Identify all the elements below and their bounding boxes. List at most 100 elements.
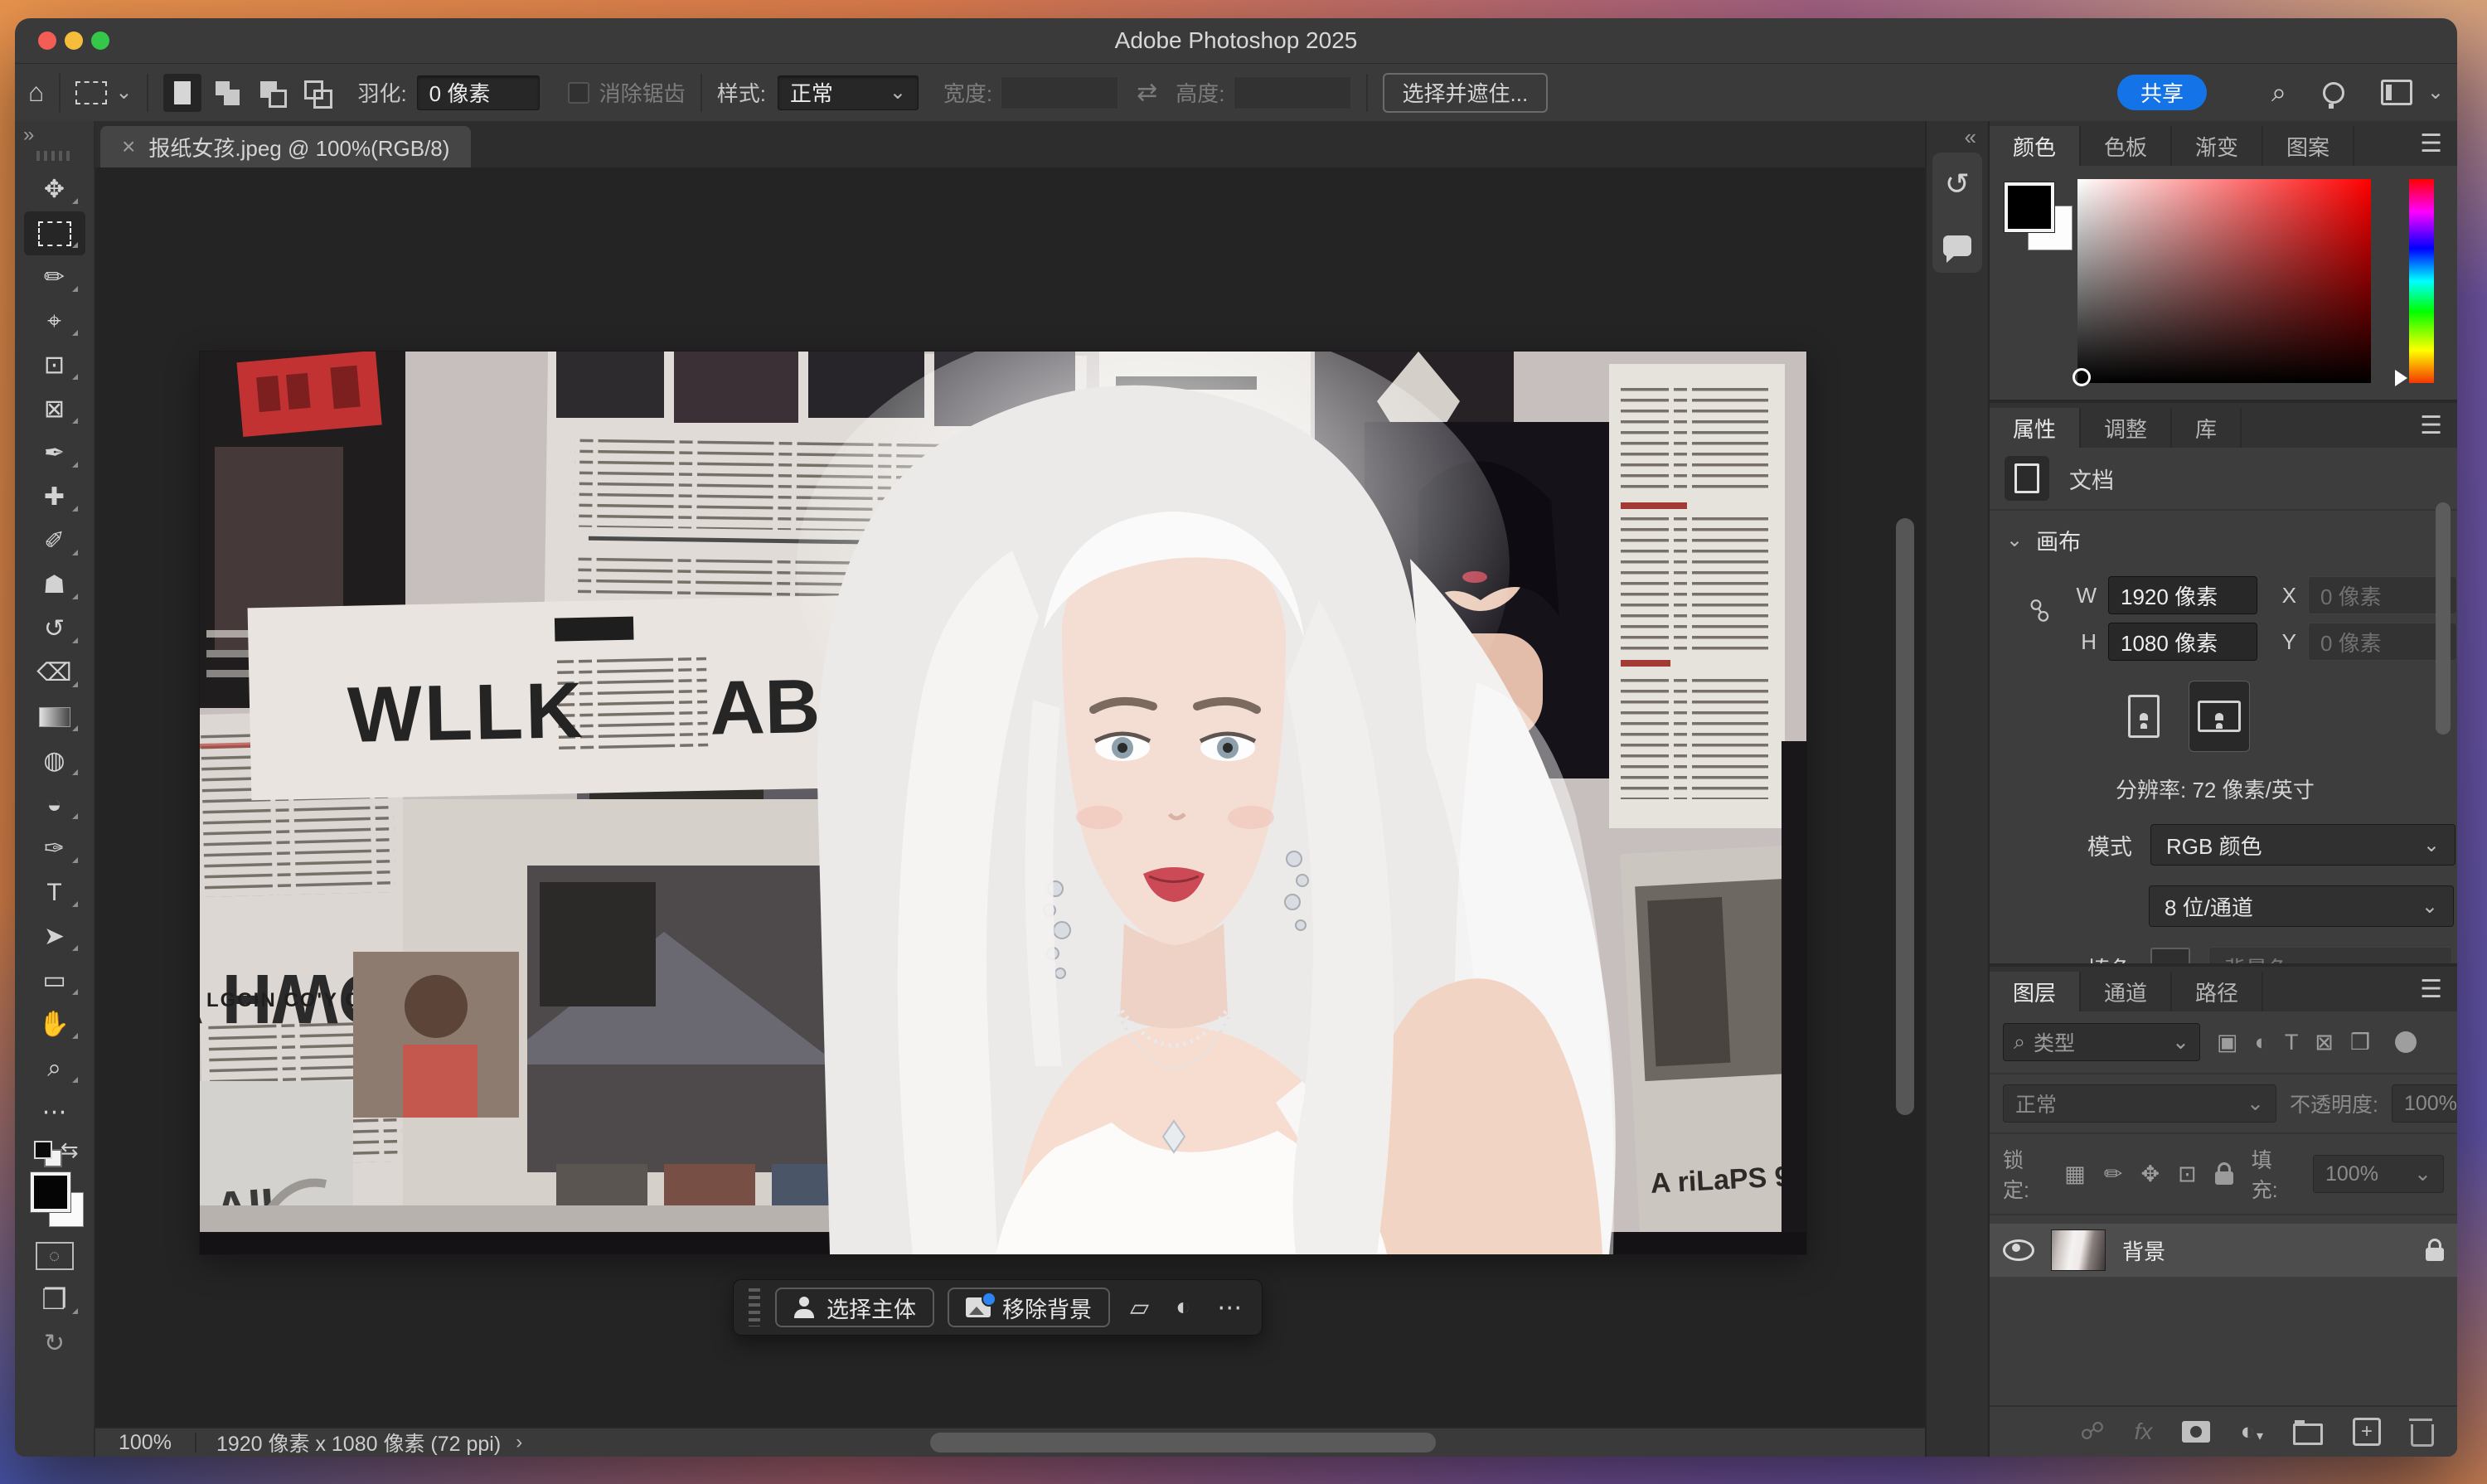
blend-mode-select[interactable]: 正常 ⌄ bbox=[2003, 1084, 2276, 1123]
lock-transparent-icon[interactable]: ▦ bbox=[2064, 1163, 2086, 1186]
canvas-width-input[interactable]: 1920 像素 bbox=[2108, 576, 2257, 614]
home-icon[interactable]: ⌂ bbox=[28, 77, 44, 108]
layer-visibility-eye-icon[interactable] bbox=[2003, 1239, 2034, 1261]
feedback-button[interactable]: ↻ bbox=[24, 1322, 85, 1365]
adjustment-icon[interactable]: ◐ bbox=[1176, 1293, 1190, 1322]
color-picker-indicator[interactable] bbox=[2072, 368, 2091, 386]
path-selection-tool[interactable]: ➤ bbox=[24, 914, 85, 958]
dodge-tool[interactable]: ◒ bbox=[24, 783, 85, 827]
edit-toolbar-button[interactable]: ⋯ bbox=[24, 1090, 85, 1134]
swap-dimensions-icon[interactable]: ⇄ bbox=[1137, 78, 1157, 107]
minimize-window-button[interactable] bbox=[65, 32, 83, 50]
canvas-area[interactable]: OWH V LGCIN CO'Y GARBOICE bbox=[95, 167, 1925, 1427]
layer-thumbnail[interactable] bbox=[2051, 1229, 2106, 1271]
width-input[interactable] bbox=[1001, 76, 1118, 109]
contextual-taskbar[interactable]: 选择主体 移除背景 ▱ ◐ ⋯ bbox=[733, 1279, 1263, 1336]
quick-mask-button[interactable]: ◌ bbox=[24, 1234, 85, 1278]
filter-pixel-layers-icon[interactable]: ▣ bbox=[2217, 1031, 2238, 1054]
hue-slider[interactable] bbox=[2409, 179, 2434, 383]
style-select[interactable]: 正常 ⌄ bbox=[778, 75, 919, 110]
vertical-scrollbar[interactable] bbox=[1896, 518, 1914, 1115]
add-layer-mask-icon[interactable] bbox=[2182, 1421, 2210, 1443]
pen-tool[interactable]: ✑ bbox=[24, 827, 85, 871]
properties-scrollbar[interactable] bbox=[2436, 502, 2451, 735]
tab-patterns[interactable]: 图案 bbox=[2263, 126, 2354, 166]
gradient-tool[interactable] bbox=[24, 695, 85, 739]
height-input[interactable] bbox=[1234, 76, 1351, 109]
new-selection-button[interactable] bbox=[163, 74, 201, 112]
foreground-color-swatch[interactable] bbox=[31, 1172, 70, 1212]
color-swatches[interactable] bbox=[24, 1171, 85, 1234]
screen-mode-button[interactable]: ❐ bbox=[24, 1278, 85, 1322]
layer-filter-select[interactable]: ⌕ 类型 ⌄ bbox=[2003, 1023, 2200, 1061]
layer-row-background[interactable]: 背景 bbox=[1990, 1224, 2457, 1277]
feather-input[interactable]: 0 像素 bbox=[417, 75, 540, 110]
more-options-icon[interactable]: ⋯ bbox=[1217, 1293, 1242, 1322]
tab-adjustments[interactable]: 调整 bbox=[2081, 408, 2172, 448]
toolbar-grip[interactable] bbox=[36, 151, 73, 161]
portrait-orientation-button[interactable] bbox=[2114, 681, 2174, 751]
intersect-selection-button[interactable] bbox=[298, 74, 336, 112]
tab-channels[interactable]: 通道 bbox=[2081, 972, 2172, 1011]
clone-stamp-tool[interactable]: ☗ bbox=[24, 563, 85, 607]
move-tool[interactable]: ✥ bbox=[24, 167, 85, 211]
filter-type-layers-icon[interactable]: T bbox=[2285, 1031, 2299, 1054]
document-tab[interactable]: × 报纸女孩.jpeg @ 100%(RGB/8) bbox=[100, 126, 471, 167]
transform-icon[interactable]: ▱ bbox=[1130, 1293, 1149, 1322]
tab-swatches[interactable]: 色板 bbox=[2081, 126, 2172, 166]
close-tab-icon[interactable]: × bbox=[122, 133, 135, 160]
link-dimensions-icon[interactable]: ☍ bbox=[2024, 598, 2053, 623]
new-layer-icon[interactable]: + bbox=[2353, 1418, 2381, 1446]
eraser-tool[interactable]: ⌫ bbox=[24, 651, 85, 695]
filter-smart-object-icon[interactable]: ❒ bbox=[2350, 1031, 2370, 1054]
tab-properties[interactable]: 属性 bbox=[1990, 408, 2081, 448]
type-tool[interactable]: T bbox=[24, 871, 85, 914]
workspace-icon[interactable] bbox=[2381, 80, 2412, 105]
current-tool-preset[interactable]: ⌄ bbox=[75, 80, 132, 104]
frame-tool[interactable]: ⊠ bbox=[24, 387, 85, 431]
antialias-checkbox[interactable] bbox=[568, 82, 589, 104]
canvas-y-input[interactable]: 0 像素 bbox=[2308, 623, 2457, 661]
fill-color-swatch[interactable] bbox=[2150, 948, 2190, 963]
rectangle-tool[interactable]: ▭ bbox=[24, 958, 85, 1002]
new-adjustment-layer-icon[interactable]: ◐ ▾ bbox=[2240, 1420, 2263, 1444]
new-group-icon[interactable] bbox=[2293, 1423, 2323, 1445]
object-selection-tool[interactable]: ⌖ bbox=[24, 299, 85, 343]
spot-healing-tool[interactable]: ✚ bbox=[24, 475, 85, 519]
comments-icon[interactable] bbox=[1943, 235, 1971, 256]
layer-style-fx-icon[interactable]: fx bbox=[2135, 1420, 2153, 1443]
zoom-level[interactable]: 100% bbox=[95, 1431, 195, 1455]
hue-slider-arrow[interactable] bbox=[2395, 370, 2407, 386]
hand-tool[interactable]: ✋ bbox=[24, 1002, 85, 1046]
dock-collapse-icon[interactable]: « bbox=[1965, 121, 1988, 153]
layer-locked-icon[interactable] bbox=[2426, 1248, 2444, 1261]
search-icon[interactable]: ⌕ bbox=[2271, 77, 2286, 109]
document-chip[interactable] bbox=[2005, 456, 2049, 501]
lock-all-icon[interactable] bbox=[2215, 1171, 2233, 1185]
color-mode-select[interactable]: RGB 颜色 ⌄ bbox=[2150, 824, 2455, 866]
selection-brush-tool[interactable]: ✏ bbox=[24, 255, 85, 299]
panel-menu-icon[interactable]: ☰ bbox=[2420, 975, 2442, 1004]
maximize-window-button[interactable] bbox=[91, 32, 109, 50]
horizontal-scrollbar[interactable] bbox=[930, 1433, 1436, 1452]
layer-filter-toggle[interactable] bbox=[2395, 1031, 2417, 1053]
tab-libraries[interactable]: 库 bbox=[2172, 408, 2242, 448]
status-chevron-icon[interactable]: › bbox=[516, 1431, 522, 1454]
tab-color[interactable]: 颜色 bbox=[1990, 126, 2081, 166]
opacity-select[interactable]: 100% ⌄ bbox=[2392, 1084, 2457, 1123]
foreground-color-swatch[interactable] bbox=[2005, 182, 2054, 232]
chevron-down-icon[interactable]: ⌄ bbox=[2427, 80, 2444, 104]
lock-artboard-icon[interactable]: ⊡ bbox=[2178, 1163, 2197, 1186]
discover-lightbulb-icon[interactable] bbox=[2323, 82, 2344, 104]
toolbar-collapse-icon[interactable]: » bbox=[15, 121, 102, 149]
fill-select[interactable]: 背景色 ⌄ bbox=[2208, 947, 2452, 963]
zoom-tool[interactable]: ⌕ bbox=[24, 1046, 85, 1090]
subtract-selection-button[interactable] bbox=[253, 74, 291, 112]
rectangular-marquee-tool[interactable] bbox=[24, 211, 85, 255]
add-selection-button[interactable] bbox=[208, 74, 246, 112]
tab-paths[interactable]: 路径 bbox=[2172, 972, 2263, 1011]
link-layers-icon[interactable]: ☍ bbox=[2080, 1420, 2104, 1444]
crop-tool[interactable]: ⊡ bbox=[24, 343, 85, 387]
landscape-orientation-button[interactable] bbox=[2189, 681, 2250, 752]
layer-fill-select[interactable]: 100% ⌄ bbox=[2313, 1155, 2444, 1193]
